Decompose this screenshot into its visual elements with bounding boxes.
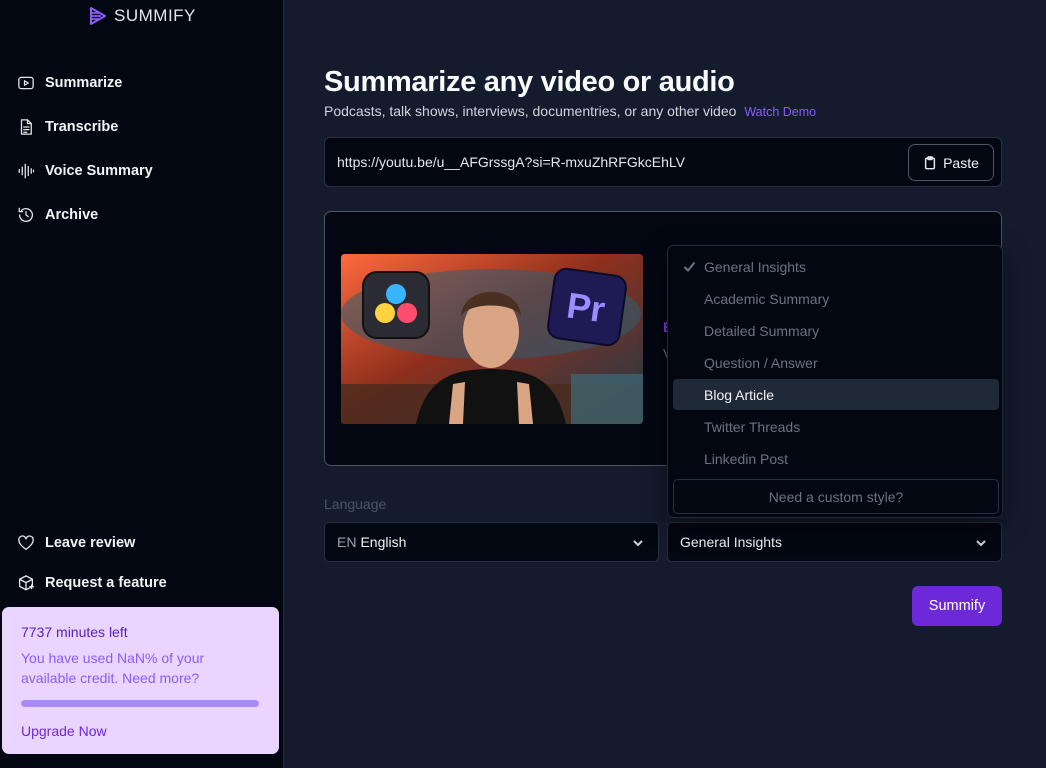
sidebar-item-archive[interactable]: Archive bbox=[17, 202, 98, 228]
summary-style-dropdown: General Insights Academic Summary Detail… bbox=[667, 245, 1003, 518]
summify-logo-icon bbox=[90, 7, 106, 25]
language-code: EN bbox=[337, 534, 357, 550]
page-title: Summarize any video or audio bbox=[324, 66, 735, 98]
request-feature-link[interactable]: Request a feature bbox=[17, 570, 167, 596]
style-option-twitter-threads[interactable]: Twitter Threads bbox=[673, 411, 999, 442]
paste-label: Paste bbox=[943, 154, 979, 171]
watch-demo-link[interactable]: Watch Demo bbox=[744, 105, 816, 119]
video-url-input[interactable] bbox=[337, 138, 897, 186]
style-option-detailed-summary[interactable]: Detailed Summary bbox=[673, 315, 999, 346]
style-option-blog-article[interactable]: Blog Article bbox=[673, 379, 999, 410]
credit-progress-bar bbox=[21, 700, 259, 707]
language-label: Language bbox=[324, 496, 387, 512]
sidebar-item-label: Transcribe bbox=[45, 119, 119, 135]
language-name: English bbox=[360, 534, 407, 550]
style-option-general-insights[interactable]: General Insights bbox=[673, 251, 999, 282]
video-play-icon bbox=[18, 76, 34, 90]
leave-review-link[interactable]: Leave review bbox=[17, 530, 135, 556]
brand-logo[interactable]: SUMMIFY bbox=[88, 5, 196, 27]
sidebar-item-summarize[interactable]: Summarize bbox=[17, 70, 122, 96]
svg-text:Pr: Pr bbox=[564, 284, 607, 330]
upgrade-now-link[interactable]: Upgrade Now bbox=[21, 723, 107, 739]
leave-review-label: Leave review bbox=[45, 535, 136, 551]
chevron-down-icon bbox=[633, 540, 643, 547]
subtitle-text: Podcasts, talk shows, interviews, docume… bbox=[324, 103, 737, 119]
clipboard-icon bbox=[924, 155, 936, 169]
package-icon bbox=[18, 575, 35, 591]
document-icon bbox=[20, 119, 32, 135]
url-input-box: Paste bbox=[324, 137, 1002, 187]
option-label: General Insights bbox=[704, 258, 806, 275]
style-option-question-answer[interactable]: Question / Answer bbox=[673, 347, 999, 378]
credit-progress-fill bbox=[21, 700, 259, 707]
minutes-left: 7737 minutes left bbox=[21, 624, 128, 640]
summary-style-select[interactable]: General Insights bbox=[667, 522, 1002, 562]
premiere-pro-icon: Pr bbox=[547, 267, 627, 347]
option-label: Question / Answer bbox=[704, 354, 818, 371]
sidebar-item-transcribe[interactable]: Transcribe bbox=[17, 114, 118, 140]
sidebar-item-voice-summary[interactable]: Voice Summary bbox=[17, 158, 153, 184]
option-label: Academic Summary bbox=[704, 290, 830, 307]
sidebar: SUMMIFY Summarize Transcribe Voice Summa… bbox=[0, 0, 284, 768]
paste-button[interactable]: Paste bbox=[908, 144, 994, 181]
style-option-academic-summary[interactable]: Academic Summary bbox=[673, 283, 999, 314]
page-subtitle: Podcasts, talk shows, interviews, docume… bbox=[324, 103, 816, 119]
history-icon bbox=[18, 207, 33, 223]
chevron-down-icon bbox=[976, 540, 986, 547]
credit-text: You have used NaN% of your available cre… bbox=[21, 650, 205, 686]
style-option-linkedin-post[interactable]: Linkedin Post bbox=[673, 443, 999, 474]
heart-icon bbox=[18, 535, 34, 551]
thumbnail-art: Pr bbox=[341, 254, 643, 424]
sidebar-item-label: Summarize bbox=[45, 75, 123, 91]
option-label: Twitter Threads bbox=[704, 418, 801, 435]
davinci-resolve-icon bbox=[362, 271, 430, 339]
credit-card: 7737 minutes left You have used NaN% of … bbox=[2, 607, 279, 754]
waveform-icon bbox=[18, 163, 35, 179]
check-icon bbox=[683, 261, 696, 272]
video-thumbnail[interactable]: Pr bbox=[341, 254, 643, 424]
option-label: Blog Article bbox=[704, 386, 775, 403]
summary-style-value: General Insights bbox=[680, 534, 782, 550]
sidebar-item-label: Archive bbox=[45, 207, 99, 223]
custom-style-button[interactable]: Need a custom style? bbox=[673, 479, 999, 514]
language-select[interactable]: EN English bbox=[324, 522, 659, 562]
summify-button[interactable]: Summify bbox=[912, 586, 1002, 626]
option-label: Detailed Summary bbox=[704, 322, 820, 339]
sidebar-item-label: Voice Summary bbox=[45, 163, 153, 179]
option-label: Linkedin Post bbox=[704, 450, 789, 467]
brand-name: SUMMIFY bbox=[114, 6, 196, 25]
request-feature-label: Request a feature bbox=[45, 575, 167, 591]
